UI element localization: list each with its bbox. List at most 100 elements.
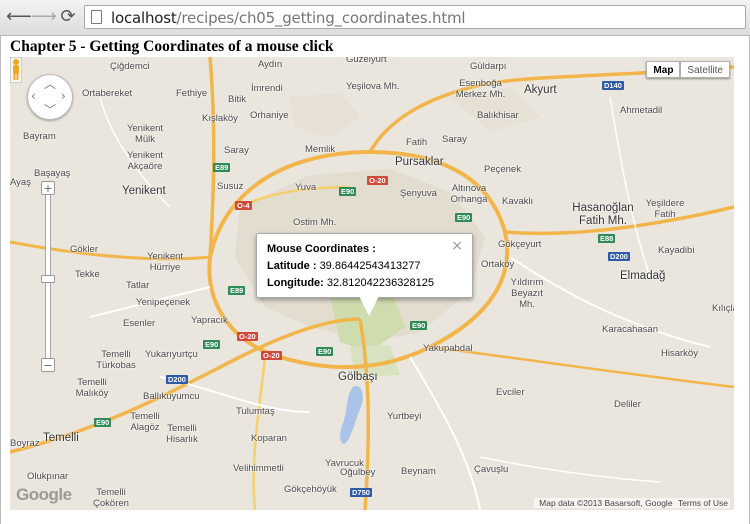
road-shield: E90 [94,418,112,427]
map-label: Yeşildere Fatih [645,198,685,220]
map-label: Temelli Çokören [93,487,129,509]
map-label: Temelli Malıköy [75,377,109,399]
map-label: Karacahasan [602,324,658,335]
map-label: Ortabereket [82,88,133,99]
zoom-in-button[interactable]: + [41,181,55,195]
pan-right-icon[interactable]: › [61,90,66,102]
map-label: Temelli Türkobas [96,349,136,371]
map-label: Kayadibi [658,245,695,256]
google-logo[interactable]: Google [16,485,72,505]
longitude-label: Longitude: [267,277,324,289]
map-label: Çavuşlu [474,464,509,475]
map-label: Balıkhisar [477,110,519,121]
latitude-value: 39.86442543413277 [319,260,421,272]
map-label: Tulumtaş [236,406,275,417]
longitude-row: Longitude: 32.812042236328125 [267,277,434,289]
map-label: Yeşilova Mh. [346,81,400,92]
map-label: Yurtbeyi [387,411,422,422]
map-label: Yapracık [191,315,228,326]
map-attribution: Map data ©2013 Basarsoft, Google Terms o… [534,498,730,508]
map-label: Altınova Orhanga [450,183,488,205]
back-icon[interactable]: ⟵ [6,6,32,28]
map-label: Guzelyurt [346,57,387,65]
page-icon [91,10,102,24]
map-label: Fethiye [176,88,208,99]
map-label: Beynam [401,466,436,477]
road-shield: D200 [608,252,630,261]
map-label: Aydın [258,59,283,70]
map-label: Yenikent Hürriye [146,251,184,273]
page-title: Chapter 5 - Getting Coordinates of a mou… [10,38,334,55]
road-shield: E90 [316,347,334,356]
road-shield: D140 [602,81,624,90]
infowindow-title: Mouse Coordinates : [267,243,376,255]
pan-up-icon[interactable]: ︿ [44,78,56,90]
map-label: Şenyuva [400,188,437,199]
map-label: Yenikent Mülk [126,123,164,145]
road-shield: D750 [350,488,372,497]
map-label: Tekke [75,269,100,280]
map-label: Pursaklar [395,156,444,168]
map-label: Elmadağ [620,270,666,282]
road-shield: E90 [203,340,221,349]
zoom-slider-thumb[interactable] [41,275,55,283]
map-type-satellite-button[interactable]: Satellite [680,61,730,78]
map-label: Yıldırım Beyazıt Mh. [510,277,544,310]
reload-icon[interactable]: ⟳ [57,6,79,28]
map-label: Saray [224,145,249,156]
map-label: Saray [442,134,467,145]
map-label: Akyurt [524,84,557,96]
map-label: Ballıkuyumcu [143,391,200,402]
google-map[interactable]: Çiğdemci Aydın Guzelyurt Güldarpı Ortabe… [10,57,734,510]
map-label: Ahmetadil [620,105,663,116]
page-content: Chapter 5 - Getting Coordinates of a mou… [0,36,750,524]
road-shield: O-20 [367,176,388,185]
map-label: Çiğdemci [110,61,150,72]
map-label: Esenler [123,318,156,329]
map-label: Velihimmetli [233,463,284,474]
road-shield: E90 [339,187,357,196]
map-label: Başayaş [34,168,71,179]
map-label: Yenipeçenek [136,297,191,308]
map-label: Boyraz [10,438,40,449]
pan-down-icon[interactable]: ﹀ [44,104,56,116]
pan-left-icon[interactable]: ‹ [31,90,36,102]
road-shield: E88 [598,234,616,243]
map-label: Yakupabdal [423,343,473,354]
map-label: Ostim Mh. [293,217,337,228]
map-label: Gökçeyurt [498,239,542,250]
map-label: Bitik [228,94,246,105]
terms-of-use-link[interactable]: Terms of Use [678,498,728,508]
road-shield: O-20 [237,332,258,341]
road-shield: E90 [455,213,473,222]
map-label: Ayaş [10,177,31,188]
map-label: Oğulbey [340,467,376,478]
pan-control[interactable]: ︿ ﹀ ‹ › [27,74,73,120]
map-label: İmrendi [251,83,283,94]
map-label: Kılıçla [712,303,734,314]
road-shield: E89 [213,163,231,172]
map-label: Deliler [614,399,641,410]
road-shield: E90 [410,321,428,330]
close-icon[interactable]: × [451,238,463,254]
map-label: Tatlar [126,280,150,291]
street-view-pegman-icon[interactable] [10,57,22,83]
map-data-credit: Map data ©2013 Basarsoft, Google [539,498,673,508]
zoom-out-button[interactable]: − [41,358,55,372]
map-label: Hisarköy [661,348,698,359]
map-label: Gölbaşı [338,371,378,383]
address-bar[interactable]: localhost/recipes/ch05_getting_coordinat… [84,5,746,29]
road-shield: O-4 [235,201,252,210]
map-type-map-button[interactable]: Map [646,61,681,78]
map-label: Orhaniye [250,110,289,121]
forward-icon[interactable]: ⟶ [31,6,57,28]
map-label: Koparan [251,433,287,444]
url-text[interactable]: localhost/recipes/ch05_getting_coordinat… [111,9,466,27]
url-host: localhost [111,9,177,27]
map-label: Temelli Hisarlık [166,423,198,445]
road-shield: E89 [228,286,246,295]
map-label: Kışlaköy [202,113,238,124]
map-label: Gökçehöyük [284,484,337,495]
map-label: Ortaköy [481,259,515,270]
latitude-label: Latitude : [267,260,317,272]
